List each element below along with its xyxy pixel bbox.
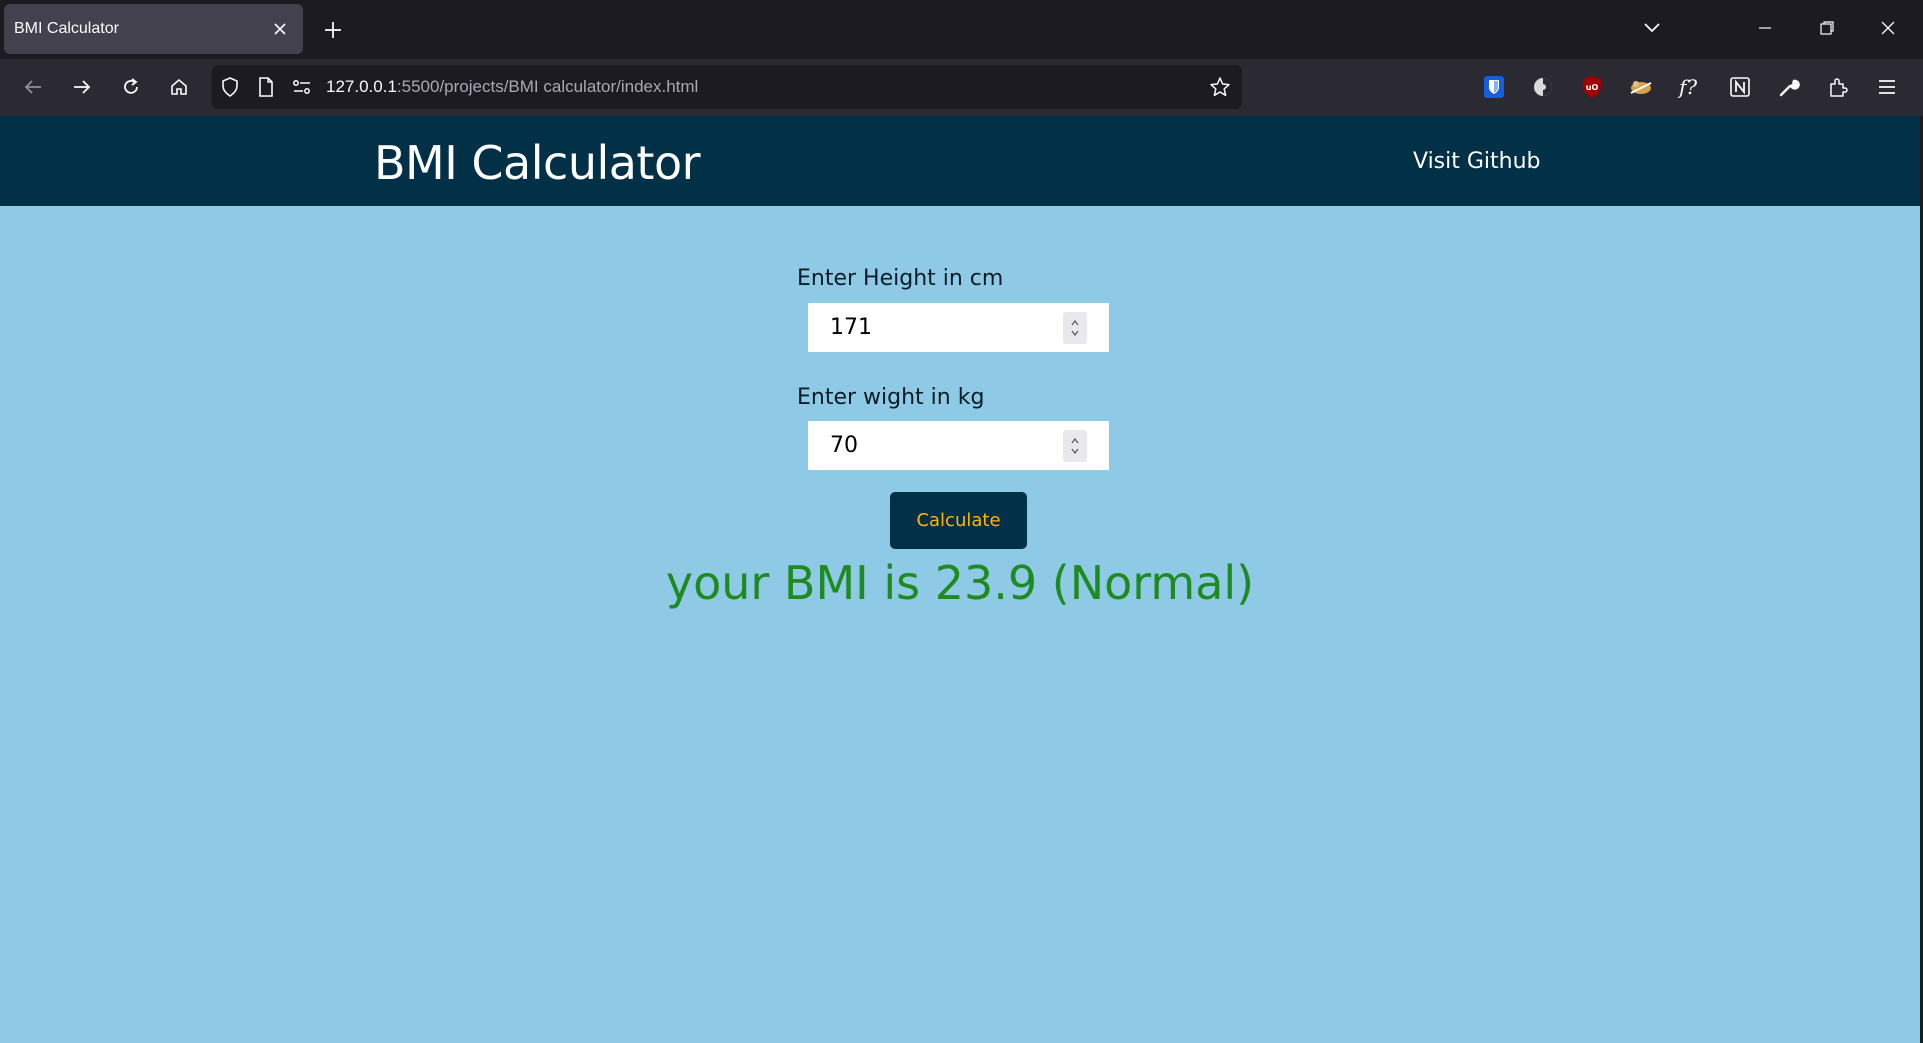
- extension-animal-icon[interactable]: [1623, 69, 1659, 105]
- site-header: BMI Calculator Visit Github: [0, 116, 1920, 206]
- page-title: BMI Calculator: [374, 136, 701, 190]
- weight-input[interactable]: 70: [808, 421, 1109, 470]
- weight-label: Enter wight in kg: [797, 385, 985, 410]
- chevron-down-icon[interactable]: [1636, 12, 1668, 44]
- close-icon[interactable]: [265, 14, 295, 44]
- svg-text:uO: uO: [1586, 83, 1599, 92]
- window-close-icon[interactable]: [1866, 8, 1910, 48]
- extensions-puzzle-icon[interactable]: [1820, 69, 1856, 105]
- height-label: Enter Height in cm: [797, 266, 1004, 291]
- height-input[interactable]: 171: [808, 303, 1109, 352]
- weight-spinner[interactable]: [1063, 429, 1087, 462]
- page-icon[interactable]: [248, 69, 284, 105]
- height-value: 171: [830, 315, 872, 340]
- page-viewport: BMI Calculator Visit Github Enter Height…: [0, 116, 1920, 1043]
- url-host: 127.0.0.1: [326, 77, 397, 96]
- spinner-arrows-icon[interactable]: [1070, 435, 1080, 457]
- notion-icon[interactable]: [1722, 69, 1758, 105]
- home-icon[interactable]: [161, 69, 197, 105]
- visit-github-link[interactable]: Visit Github: [1413, 149, 1541, 174]
- navigation-toolbar: 127.0.0.1:5500/projects/BMI calculator/i…: [0, 59, 1923, 116]
- privacy-extension-icon[interactable]: [1525, 69, 1561, 105]
- back-icon[interactable]: [15, 69, 51, 105]
- tab-title: BMI Calculator: [14, 20, 119, 37]
- menu-icon[interactable]: [1869, 69, 1905, 105]
- bookmark-star-icon[interactable]: [1202, 69, 1238, 105]
- wrench-icon[interactable]: [1771, 69, 1807, 105]
- bitwarden-icon[interactable]: [1476, 69, 1512, 105]
- site-permissions-icon[interactable]: [284, 69, 320, 105]
- new-tab-icon[interactable]: [317, 14, 349, 46]
- forward-icon[interactable]: [64, 69, 100, 105]
- restore-icon[interactable]: [1805, 8, 1849, 48]
- svg-text:f?: f?: [1677, 75, 1697, 99]
- url-path: :5500/projects/BMI calculator/index.html: [396, 77, 699, 96]
- browser-tab[interactable]: BMI Calculator: [4, 4, 303, 54]
- url-text[interactable]: 127.0.0.1:5500/projects/BMI calculator/i…: [326, 77, 1202, 97]
- ublock-origin-icon[interactable]: uO: [1574, 69, 1610, 105]
- bmi-result: your BMI is 23.9 (Normal): [665, 556, 1255, 610]
- font-finder-icon[interactable]: f?: [1672, 69, 1708, 105]
- weight-value: 70: [830, 433, 858, 458]
- reload-icon[interactable]: [113, 69, 149, 105]
- url-bar[interactable]: 127.0.0.1:5500/projects/BMI calculator/i…: [212, 65, 1242, 109]
- calculate-button[interactable]: Calculate: [890, 492, 1027, 549]
- tab-bar: BMI Calculator: [0, 0, 1923, 59]
- height-spinner[interactable]: [1063, 311, 1087, 344]
- shield-icon[interactable]: [212, 69, 248, 105]
- minimize-icon[interactable]: [1743, 8, 1787, 48]
- spinner-arrows-icon[interactable]: [1070, 317, 1080, 339]
